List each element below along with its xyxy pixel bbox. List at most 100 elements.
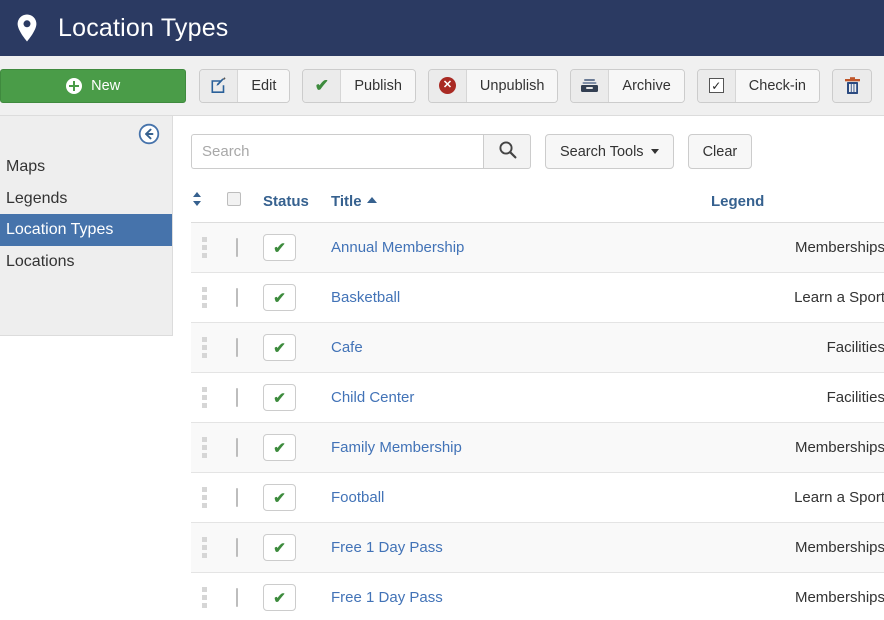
row-legend-cell: Memberships <box>711 523 884 573</box>
row-drag-cell[interactable] <box>191 273 227 323</box>
row-status-cell[interactable]: ✔ <box>263 523 331 573</box>
row-title-link[interactable]: Free 1 Day Pass <box>331 539 443 556</box>
row-status-cell[interactable]: ✔ <box>263 373 331 423</box>
row-checkbox[interactable] <box>236 388 238 407</box>
sidebar-item-label: Legends <box>6 190 67 207</box>
row-drag-cell[interactable] <box>191 573 227 620</box>
status-published-button[interactable]: ✔ <box>263 384 296 411</box>
row-legend-value: Learn a Sport <box>794 489 884 506</box>
row-drag-cell[interactable] <box>191 473 227 523</box>
row-select-cell[interactable] <box>227 223 263 273</box>
drag-handle-icon[interactable] <box>202 387 207 408</box>
row-drag-cell[interactable] <box>191 523 227 573</box>
row-select-cell[interactable] <box>227 473 263 523</box>
search-tools-label: Search Tools <box>560 144 644 160</box>
checkin-button[interactable]: ✓ Check-in <box>697 69 820 103</box>
search-tools-button[interactable]: Search Tools <box>545 134 674 169</box>
status-published-button[interactable]: ✔ <box>263 434 296 461</box>
unpublish-button[interactable]: ✕ Unpublish <box>428 69 559 103</box>
drag-handle-icon[interactable] <box>202 587 207 608</box>
row-select-cell[interactable] <box>227 523 263 573</box>
trash-button[interactable] <box>832 69 872 103</box>
row-title-link[interactable]: Annual Membership <box>331 239 464 256</box>
row-drag-cell[interactable] <box>191 323 227 373</box>
publish-button[interactable]: ✔ Publish <box>302 69 416 103</box>
drag-handle-icon[interactable] <box>202 337 207 358</box>
row-drag-cell[interactable] <box>191 223 227 273</box>
row-checkbox[interactable] <box>236 588 238 607</box>
row-title-cell: Free 1 Day Pass <box>331 523 711 573</box>
row-status-cell[interactable]: ✔ <box>263 573 331 620</box>
row-checkbox[interactable] <box>236 238 238 257</box>
drag-handle-icon[interactable] <box>202 237 207 258</box>
status-published-button[interactable]: ✔ <box>263 284 296 311</box>
column-header-ordering[interactable] <box>191 185 227 223</box>
table-row: ✔ Family Membership Memberships <box>191 423 884 473</box>
row-title-link[interactable]: Child Center <box>331 389 414 406</box>
row-title-link[interactable]: Football <box>331 489 384 506</box>
row-legend-cell: Memberships <box>711 423 884 473</box>
search-submit-button[interactable] <box>483 134 531 169</box>
row-select-cell[interactable] <box>227 573 263 620</box>
table-row: ✔ Football Learn a Sport <box>191 473 884 523</box>
chevron-down-icon <box>651 149 659 154</box>
row-drag-cell[interactable] <box>191 423 227 473</box>
row-status-cell[interactable]: ✔ <box>263 223 331 273</box>
row-select-cell[interactable] <box>227 423 263 473</box>
table-row: ✔ Cafe Facilities <box>191 323 884 373</box>
row-status-cell[interactable]: ✔ <box>263 273 331 323</box>
drag-handle-icon[interactable] <box>202 287 207 308</box>
row-title-cell: Football <box>331 473 711 523</box>
clear-button[interactable]: Clear <box>688 134 753 169</box>
status-published-button[interactable]: ✔ <box>263 584 296 611</box>
sidebar-item-maps[interactable]: Maps <box>0 151 172 183</box>
new-button[interactable]: New <box>0 69 186 103</box>
sidebar-item-locations[interactable]: Locations <box>0 246 172 278</box>
row-legend-cell: Learn a Sport <box>711 473 884 523</box>
row-select-cell[interactable] <box>227 373 263 423</box>
row-checkbox[interactable] <box>236 288 238 307</box>
sort-ascending-icon <box>367 197 377 203</box>
edit-button-label: Edit <box>238 70 289 102</box>
drag-handle-icon[interactable] <box>202 487 207 508</box>
column-header-legend[interactable]: Legend <box>711 185 884 223</box>
column-header-status[interactable]: Status <box>263 185 331 223</box>
row-drag-cell[interactable] <box>191 373 227 423</box>
column-header-select-all[interactable] <box>227 185 263 223</box>
row-select-cell[interactable] <box>227 273 263 323</box>
map-pin-icon <box>14 13 40 43</box>
row-legend-cell: Memberships <box>711 573 884 620</box>
toolbar: New Edit ✔ Publish ✕ Unpublish <box>0 56 884 116</box>
row-legend-value: Memberships <box>795 439 884 456</box>
plus-circle-icon <box>66 78 82 94</box>
sidebar-item-location-types[interactable]: Location Types <box>0 214 172 246</box>
row-title-link[interactable]: Cafe <box>331 339 363 356</box>
row-title-link[interactable]: Basketball <box>331 289 400 306</box>
drag-handle-icon[interactable] <box>202 437 207 458</box>
row-status-cell[interactable]: ✔ <box>263 473 331 523</box>
status-published-button[interactable]: ✔ <box>263 484 296 511</box>
checkin-button-label: Check-in <box>736 70 819 102</box>
row-title-link[interactable]: Free 1 Day Pass <box>331 589 443 606</box>
edit-pencil-icon <box>200 70 238 102</box>
row-checkbox[interactable] <box>236 338 238 357</box>
row-checkbox[interactable] <box>236 538 238 557</box>
status-published-button[interactable]: ✔ <box>263 534 296 561</box>
row-title-link[interactable]: Family Membership <box>331 439 462 456</box>
circle-arrow-left-icon[interactable] <box>138 123 160 145</box>
row-status-cell[interactable]: ✔ <box>263 423 331 473</box>
search-input[interactable] <box>191 134 483 169</box>
row-checkbox[interactable] <box>236 438 238 457</box>
select-all-checkbox[interactable] <box>227 192 241 206</box>
drag-handle-icon[interactable] <box>202 537 207 558</box>
status-published-button[interactable]: ✔ <box>263 234 296 261</box>
row-select-cell[interactable] <box>227 323 263 373</box>
row-legend-cell: Memberships <box>711 223 884 273</box>
edit-button[interactable]: Edit <box>199 69 290 103</box>
archive-button[interactable]: Archive <box>570 69 684 103</box>
row-checkbox[interactable] <box>236 488 238 507</box>
status-published-button[interactable]: ✔ <box>263 334 296 361</box>
column-header-title[interactable]: Title <box>331 185 711 223</box>
row-status-cell[interactable]: ✔ <box>263 323 331 373</box>
sidebar-item-legends[interactable]: Legends <box>0 183 172 215</box>
